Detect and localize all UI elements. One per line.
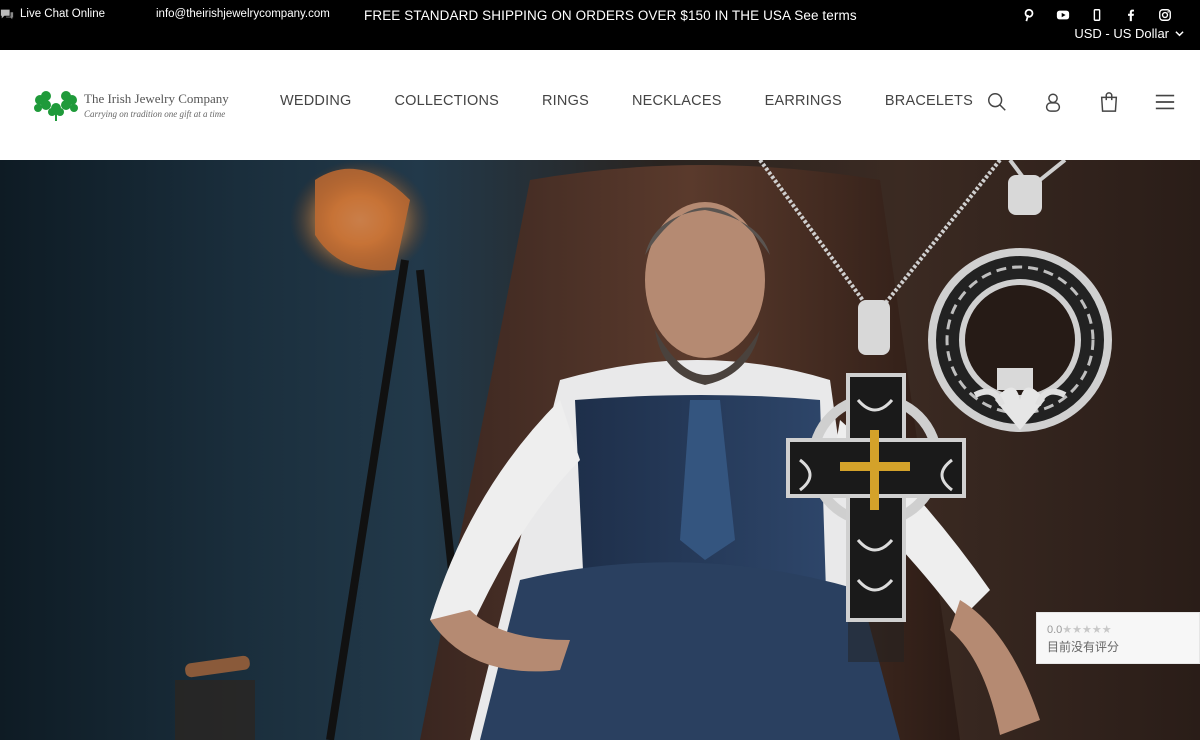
rating-value: 0.0 (1047, 624, 1063, 636)
cart-icon[interactable] (1097, 90, 1121, 114)
header-icons (985, 90, 1177, 114)
live-chat-link[interactable]: Live Chat Online (0, 7, 105, 21)
facebook-icon[interactable] (1114, 6, 1148, 24)
hero-banner[interactable] (0, 160, 1200, 740)
logo-name: The Irish Jewelry Company (84, 91, 229, 106)
social-links (1012, 6, 1182, 24)
site-header: The Irish Jewelry Company Carrying on tr… (0, 50, 1200, 160)
glass (175, 680, 255, 740)
mobile-icon[interactable] (1080, 6, 1114, 24)
nav-item-rings[interactable]: RINGS (542, 93, 589, 109)
nav-item-collections[interactable]: COLLECTIONS (394, 93, 499, 109)
rating-note: 目前没有评分 (1047, 640, 1120, 654)
currency-label: USD - US Dollar (1074, 26, 1169, 41)
logo-tagline: Carrying on tradition one gift at a time (84, 109, 226, 119)
nav-item-bracelets[interactable]: BRACELETS (885, 93, 973, 109)
nav-item-wedding[interactable]: WEDDING (280, 93, 351, 109)
account-icon[interactable] (1041, 90, 1065, 114)
nav-item-necklaces[interactable]: NECKLACES (632, 93, 722, 109)
shamrock-logo-icon (34, 91, 78, 121)
email-link[interactable]: info@theirishjewelrycompany.com (156, 8, 330, 20)
logo[interactable]: The Irish Jewelry Company Carrying on tr… (32, 88, 229, 122)
menu-icon[interactable] (1153, 90, 1177, 114)
rating-row: 0.0★★★★★ (1047, 623, 1189, 636)
search-icon[interactable] (985, 90, 1009, 114)
live-chat-label: Live Chat Online (20, 8, 106, 20)
pinterest-icon[interactable] (1012, 6, 1046, 24)
youtube-icon[interactable] (1046, 6, 1080, 24)
currency-selector[interactable]: USD - US Dollar (1074, 26, 1184, 41)
cigar (185, 655, 250, 678)
instagram-icon[interactable] (1148, 6, 1182, 24)
top-bar: Live Chat Online info@theirishjewelrycom… (0, 0, 1200, 50)
right-hand (950, 600, 1040, 735)
main-nav: WEDDING COLLECTIONS RINGS NECKLACES EARR… (280, 93, 973, 109)
hero-image (175, 160, 1112, 740)
review-badge[interactable]: 0.0★★★★★ 目前没有评分 (1036, 612, 1200, 664)
nav-item-earrings[interactable]: EARRINGS (765, 93, 842, 109)
chevron-down-icon (1175, 31, 1184, 37)
chat-icon (0, 9, 14, 20)
rating-stars: ★★★★★ (1062, 624, 1112, 636)
shipping-promo[interactable]: FREE STANDARD SHIPPING ON ORDERS OVER $1… (364, 8, 857, 23)
